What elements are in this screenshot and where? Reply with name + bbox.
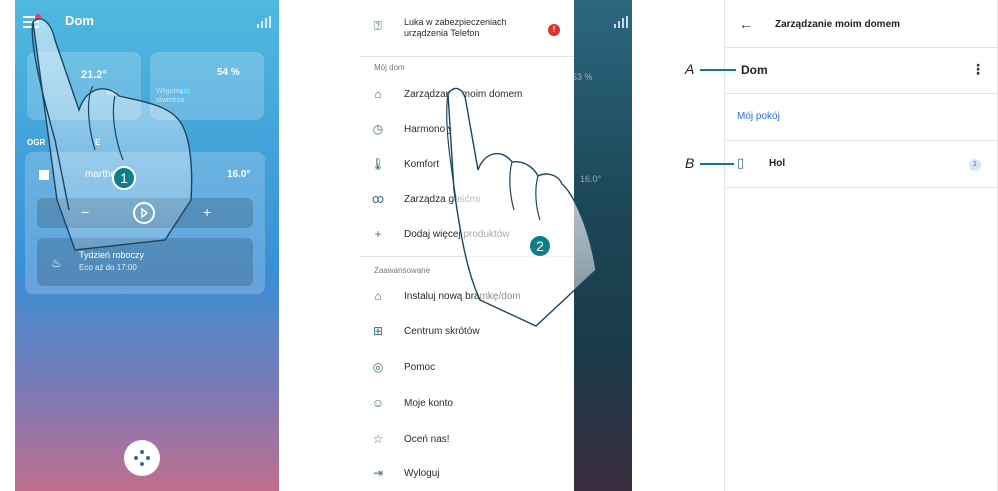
- page-title: Zarządzanie moim domem: [775, 19, 901, 30]
- alert-badge: !: [548, 24, 560, 36]
- dashboard-grid-button[interactable]: [124, 440, 160, 476]
- clock-icon: ◷: [372, 122, 384, 136]
- menu-label: Pomoc: [404, 361, 436, 373]
- back-arrow-icon[interactable]: ←: [739, 16, 753, 32]
- divider: [360, 56, 574, 57]
- menu-item-account[interactable]: ☺ Moje konto: [368, 392, 568, 414]
- logout-icon: ⇥: [372, 466, 384, 480]
- manage-home-screen: ← Zarządzanie moim domem Dom ⋮ Mój pokój…: [724, 0, 998, 491]
- grid-plus-icon: ⊞: [372, 324, 384, 338]
- users-icon: ꝏ: [371, 192, 385, 206]
- thermometer-icon: 🌡: [370, 157, 386, 171]
- step-2-badge: 2: [528, 234, 552, 258]
- device-count-badge: 1: [969, 159, 981, 171]
- house-icon: ⌂: [374, 87, 382, 101]
- star-icon: ☆: [372, 432, 384, 446]
- menu-screen: 53 % 16.0° ⍰ Luka w zabezpieczeniach urz…: [360, 0, 632, 491]
- device-name: Hol: [769, 158, 786, 169]
- phone-warning-icon: ⍰: [374, 18, 382, 33]
- account-icon: ☺: [371, 396, 385, 410]
- house-plus-icon: ⌂: [374, 289, 382, 303]
- callout-b-label: B: [685, 155, 695, 171]
- menu-item-rate[interactable]: ☆ Oceń nas!: [368, 428, 568, 450]
- alert-text-2: urządzenia Telefon: [404, 28, 480, 38]
- lifebuoy-icon: ◎: [372, 360, 384, 374]
- door-icon: ▯: [737, 155, 745, 170]
- section-my-home: Mój dom: [374, 63, 405, 72]
- alert-text-1: Luka w zabezpieczeniach: [404, 17, 507, 27]
- home-screen: Dom 21.2° na 54 % 💧 Wilgotność otwietrza…: [15, 0, 279, 491]
- divider: [725, 93, 997, 94]
- device-row-hol[interactable]: ▯ Hol 1: [725, 141, 997, 187]
- dots-grid-icon: [134, 450, 150, 466]
- signal-icon-dim: [614, 16, 628, 28]
- divider: [725, 187, 997, 188]
- callout-a-label: A: [685, 61, 695, 77]
- tapping-hand-illustration: [446, 87, 597, 327]
- security-alert[interactable]: ⍰ Luka w zabezpieczeniach urządzenia Tel…: [360, 0, 574, 54]
- plus-icon: +: [374, 227, 382, 241]
- menu-label: Oceń nas!: [404, 433, 450, 445]
- home-row[interactable]: Dom ⋮: [725, 48, 997, 92]
- callout-a-line: [700, 69, 736, 71]
- step-1-badge: 1: [112, 166, 136, 190]
- menu-label: Wyloguj: [404, 467, 440, 479]
- callout-b-line: [700, 163, 734, 165]
- more-options-icon[interactable]: ⋮: [971, 61, 985, 78]
- menu-label: Moje konto: [404, 397, 453, 409]
- home-name: Dom: [741, 63, 768, 77]
- menu-item-logout[interactable]: ⇥ Wyloguj: [368, 462, 568, 484]
- menu-item-help[interactable]: ◎ Pomoc: [368, 356, 568, 378]
- tapping-hand-illustration: [31, 18, 193, 251]
- room-link[interactable]: Mój pokój: [737, 111, 780, 122]
